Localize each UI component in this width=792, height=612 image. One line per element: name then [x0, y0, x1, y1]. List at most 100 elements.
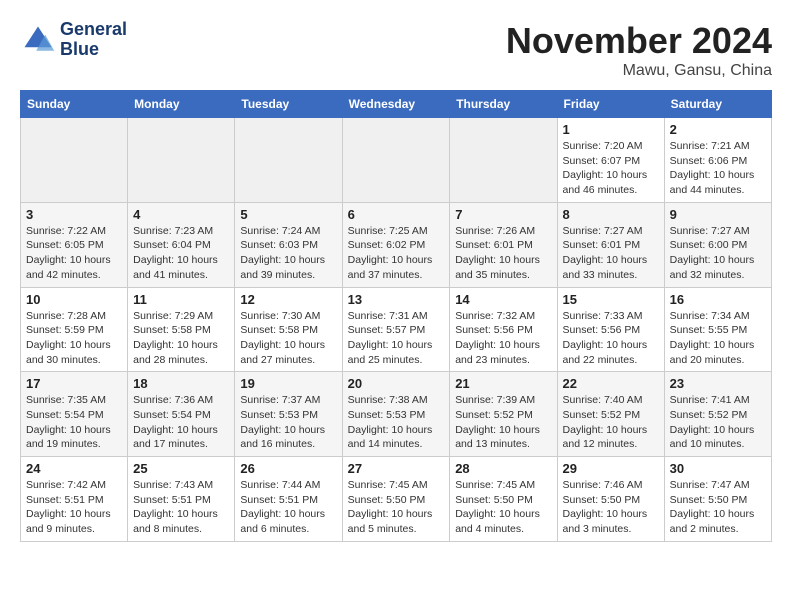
day-number: 20: [348, 376, 445, 391]
calendar-cell: 15 Sunrise: 7:33 AM Sunset: 5:56 PM Dayli…: [557, 287, 664, 372]
calendar-week-5: 24Sunrise: 7:42 AM Sunset: 5:51 PM Dayli…: [21, 457, 772, 542]
weekday-header-thursday: Thursday: [450, 91, 557, 118]
location: Mawu, Gansu, China: [506, 62, 772, 80]
page-header: General Blue November 2024 Mawu, Gansu, …: [20, 20, 772, 80]
day-number: 13: [348, 292, 445, 307]
calendar-cell: 24Sunrise: 7:42 AM Sunset: 5:51 PM Dayli…: [21, 457, 128, 542]
day-info: Sunrise: 7:47 AM Sunset: 5:50 PM Dayligh…: [670, 478, 766, 537]
day-info: Sunrise: 7:33 AM Sunset: 5:56 PM Dayligh…: [563, 309, 659, 368]
calendar-cell: [128, 118, 235, 203]
calendar-cell: [342, 118, 450, 203]
logo-icon: [20, 22, 56, 58]
day-number: 2: [670, 122, 766, 137]
calendar-cell: 10 Sunrise: 7:28 AM Sunset: 5:59 PM Dayli…: [21, 287, 128, 372]
day-number: 11: [133, 292, 229, 307]
day-number: 7: [455, 207, 551, 222]
day-info: Sunrise: 7:45 AM Sunset: 5:50 PM Dayligh…: [348, 478, 445, 537]
calendar-week-4: 17 Sunrise: 7:35 AM Sunset: 5:54 PM Dayli…: [21, 372, 772, 457]
calendar-cell: 11 Sunrise: 7:29 AM Sunset: 5:58 PM Dayli…: [128, 287, 235, 372]
calendar-cell: [21, 118, 128, 203]
calendar-table: SundayMondayTuesdayWednesdayThursdayFrid…: [20, 90, 772, 542]
day-info: Sunrise: 7:45 AM Sunset: 5:50 PM Dayligh…: [455, 478, 551, 537]
day-number: 4: [133, 207, 229, 222]
day-info: Sunrise: 7:46 AM Sunset: 5:50 PM Dayligh…: [563, 478, 659, 537]
day-number: 10: [26, 292, 122, 307]
day-info: Sunrise: 7:27 AM Sunset: 6:01 PM Dayligh…: [563, 224, 659, 283]
day-number: 12: [240, 292, 336, 307]
day-number: 27: [348, 461, 445, 476]
day-number: 30: [670, 461, 766, 476]
weekday-header-sunday: Sunday: [21, 91, 128, 118]
day-info: Sunrise: 7:24 AM Sunset: 6:03 PM Dayligh…: [240, 224, 336, 283]
day-number: 14: [455, 292, 551, 307]
day-number: 8: [563, 207, 659, 222]
day-number: 26: [240, 461, 336, 476]
calendar-cell: 4 Sunrise: 7:23 AM Sunset: 6:04 PM Daylig…: [128, 202, 235, 287]
calendar-cell: 27 Sunrise: 7:45 AM Sunset: 5:50 PM Dayli…: [342, 457, 450, 542]
day-number: 5: [240, 207, 336, 222]
day-number: 25: [133, 461, 229, 476]
calendar-cell: 17 Sunrise: 7:35 AM Sunset: 5:54 PM Dayli…: [21, 372, 128, 457]
calendar-cell: 19Sunrise: 7:37 AM Sunset: 5:53 PM Dayli…: [235, 372, 342, 457]
day-number: 23: [670, 376, 766, 391]
day-info: Sunrise: 7:42 AM Sunset: 5:51 PM Dayligh…: [26, 478, 122, 537]
calendar-cell: 6 Sunrise: 7:25 AM Sunset: 6:02 PM Daylig…: [342, 202, 450, 287]
day-number: 22: [563, 376, 659, 391]
calendar-cell: 25Sunrise: 7:43 AM Sunset: 5:51 PM Dayli…: [128, 457, 235, 542]
weekday-header-row: SundayMondayTuesdayWednesdayThursdayFrid…: [21, 91, 772, 118]
calendar-cell: 16Sunrise: 7:34 AM Sunset: 5:55 PM Dayli…: [664, 287, 771, 372]
weekday-header-tuesday: Tuesday: [235, 91, 342, 118]
calendar-cell: 9Sunrise: 7:27 AM Sunset: 6:00 PM Daylig…: [664, 202, 771, 287]
day-info: Sunrise: 7:41 AM Sunset: 5:52 PM Dayligh…: [670, 393, 766, 452]
day-number: 18: [133, 376, 229, 391]
calendar-cell: 21Sunrise: 7:39 AM Sunset: 5:52 PM Dayli…: [450, 372, 557, 457]
calendar-cell: 5 Sunrise: 7:24 AM Sunset: 6:03 PM Daylig…: [235, 202, 342, 287]
day-info: Sunrise: 7:22 AM Sunset: 6:05 PM Dayligh…: [26, 224, 122, 283]
calendar-cell: [235, 118, 342, 203]
day-info: Sunrise: 7:31 AM Sunset: 5:57 PM Dayligh…: [348, 309, 445, 368]
calendar-week-3: 10 Sunrise: 7:28 AM Sunset: 5:59 PM Dayli…: [21, 287, 772, 372]
calendar-cell: 26 Sunrise: 7:44 AM Sunset: 5:51 PM Dayli…: [235, 457, 342, 542]
calendar-cell: 8 Sunrise: 7:27 AM Sunset: 6:01 PM Daylig…: [557, 202, 664, 287]
weekday-header-wednesday: Wednesday: [342, 91, 450, 118]
day-info: Sunrise: 7:38 AM Sunset: 5:53 PM Dayligh…: [348, 393, 445, 452]
day-info: Sunrise: 7:29 AM Sunset: 5:58 PM Dayligh…: [133, 309, 229, 368]
calendar-cell: 23 Sunrise: 7:41 AM Sunset: 5:52 PM Dayli…: [664, 372, 771, 457]
day-info: Sunrise: 7:35 AM Sunset: 5:54 PM Dayligh…: [26, 393, 122, 452]
calendar-cell: 20 Sunrise: 7:38 AM Sunset: 5:53 PM Dayli…: [342, 372, 450, 457]
day-number: 3: [26, 207, 122, 222]
calendar-cell: 29 Sunrise: 7:46 AM Sunset: 5:50 PM Dayli…: [557, 457, 664, 542]
calendar-cell: 22 Sunrise: 7:40 AM Sunset: 5:52 PM Dayli…: [557, 372, 664, 457]
calendar-week-2: 3 Sunrise: 7:22 AM Sunset: 6:05 PM Daylig…: [21, 202, 772, 287]
day-number: 21: [455, 376, 551, 391]
day-number: 6: [348, 207, 445, 222]
calendar-cell: 30 Sunrise: 7:47 AM Sunset: 5:50 PM Dayli…: [664, 457, 771, 542]
calendar-cell: 18Sunrise: 7:36 AM Sunset: 5:54 PM Dayli…: [128, 372, 235, 457]
day-info: Sunrise: 7:40 AM Sunset: 5:52 PM Dayligh…: [563, 393, 659, 452]
title-block: November 2024 Mawu, Gansu, China: [506, 20, 772, 80]
calendar-cell: 12 Sunrise: 7:30 AM Sunset: 5:58 PM Dayli…: [235, 287, 342, 372]
day-info: Sunrise: 7:37 AM Sunset: 5:53 PM Dayligh…: [240, 393, 336, 452]
calendar-cell: 13 Sunrise: 7:31 AM Sunset: 5:57 PM Dayli…: [342, 287, 450, 372]
day-info: Sunrise: 7:20 AM Sunset: 6:07 PM Dayligh…: [563, 139, 659, 198]
day-number: 9: [670, 207, 766, 222]
calendar-cell: 14 Sunrise: 7:32 AM Sunset: 5:56 PM Dayli…: [450, 287, 557, 372]
calendar-cell: 3 Sunrise: 7:22 AM Sunset: 6:05 PM Daylig…: [21, 202, 128, 287]
day-info: Sunrise: 7:25 AM Sunset: 6:02 PM Dayligh…: [348, 224, 445, 283]
month-title: November 2024: [506, 20, 772, 62]
day-info: Sunrise: 7:44 AM Sunset: 5:51 PM Dayligh…: [240, 478, 336, 537]
day-info: Sunrise: 7:30 AM Sunset: 5:58 PM Dayligh…: [240, 309, 336, 368]
day-number: 17: [26, 376, 122, 391]
weekday-header-monday: Monday: [128, 91, 235, 118]
day-info: Sunrise: 7:23 AM Sunset: 6:04 PM Dayligh…: [133, 224, 229, 283]
day-info: Sunrise: 7:32 AM Sunset: 5:56 PM Dayligh…: [455, 309, 551, 368]
calendar-cell: 28 Sunrise: 7:45 AM Sunset: 5:50 PM Dayli…: [450, 457, 557, 542]
day-info: Sunrise: 7:21 AM Sunset: 6:06 PM Dayligh…: [670, 139, 766, 198]
calendar-cell: [450, 118, 557, 203]
day-number: 29: [563, 461, 659, 476]
calendar-cell: 2 Sunrise: 7:21 AM Sunset: 6:06 PM Daylig…: [664, 118, 771, 203]
day-info: Sunrise: 7:28 AM Sunset: 5:59 PM Dayligh…: [26, 309, 122, 368]
day-info: Sunrise: 7:26 AM Sunset: 6:01 PM Dayligh…: [455, 224, 551, 283]
day-number: 28: [455, 461, 551, 476]
day-number: 15: [563, 292, 659, 307]
